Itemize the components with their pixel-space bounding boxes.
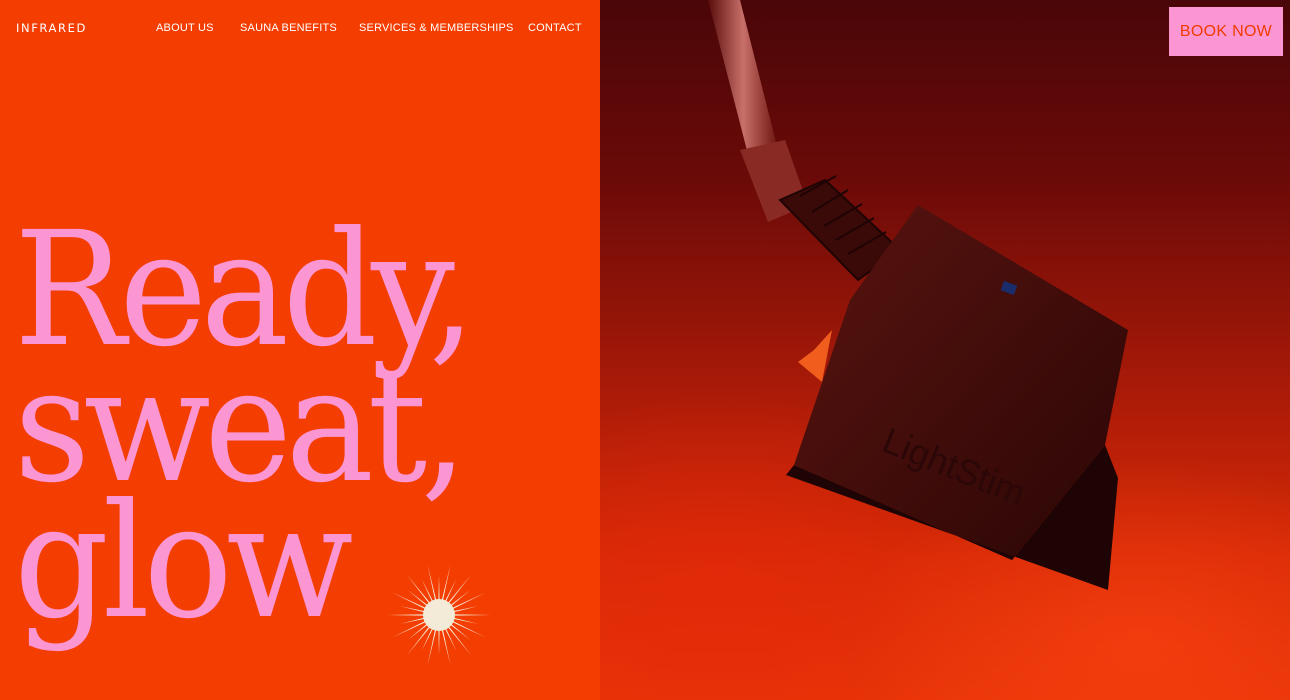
sunburst-ray [448,614,491,616]
sunburst-ray [427,564,438,606]
logo[interactable]: INFRARED [16,21,87,35]
nav-contact[interactable]: CONTACT [528,22,582,34]
hero-left-panel: INFRARED ABOUT US SAUNA BENEFITS SERVICE… [0,0,600,700]
sunburst-ray [440,624,451,666]
hero-image-panel: LightStim BOOK NOW [600,0,1290,700]
led-device-image: LightStim [708,0,1128,590]
sunburst-ray [440,564,451,606]
sunburst-icon [387,564,491,666]
page: INFRARED ABOUT US SAUNA BENEFITS SERVICE… [0,0,1290,700]
nav-sauna-benefits[interactable]: SAUNA BENEFITS [240,22,337,34]
sunburst-ray [387,614,430,616]
sunburst-ray [427,624,438,666]
top-navigation: INFRARED ABOUT US SAUNA BENEFITS SERVICE… [0,0,600,56]
nav-about-us[interactable]: ABOUT US [156,22,214,34]
device-arm [708,0,778,162]
nav-services-memberships[interactable]: SERVICES & MEMBERSHIPS [359,22,514,34]
book-now-button[interactable]: BOOK NOW [1169,7,1283,56]
